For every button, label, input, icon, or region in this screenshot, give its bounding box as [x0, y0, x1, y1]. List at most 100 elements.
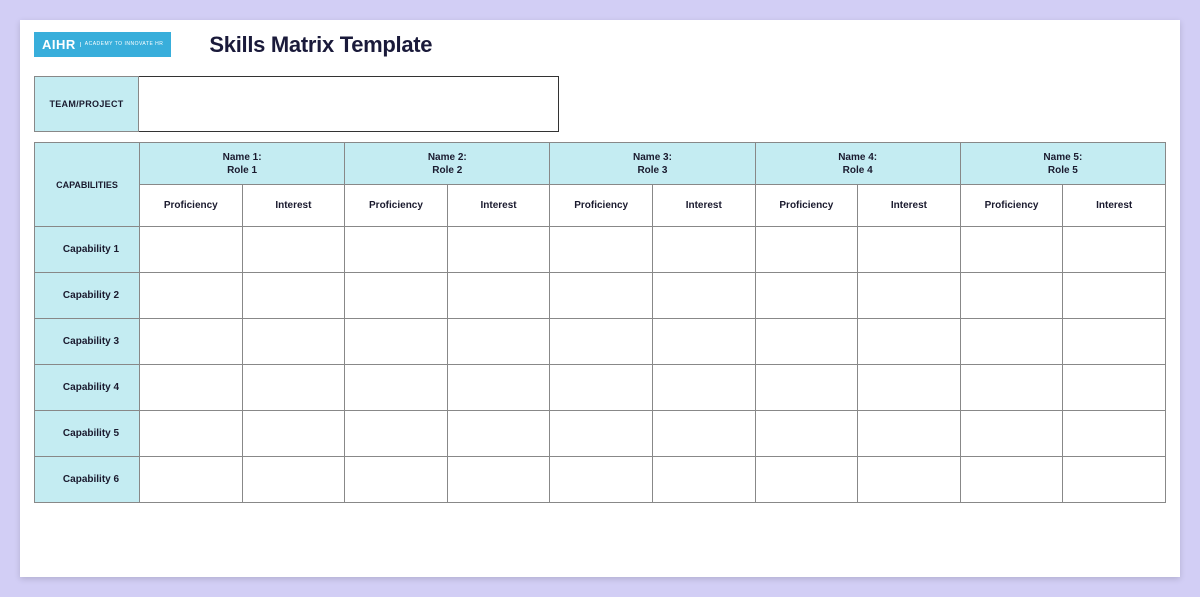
data-cell[interactable] [960, 319, 1063, 365]
data-cell[interactable] [140, 457, 243, 503]
capability-label: Capability 2 [35, 273, 140, 319]
proficiency-header: Proficiency [960, 185, 1063, 227]
data-cell[interactable] [447, 227, 550, 273]
proficiency-header: Proficiency [755, 185, 858, 227]
data-cell[interactable] [140, 365, 243, 411]
data-cell[interactable] [755, 319, 858, 365]
matrix-body: Capability 1 Capability 2 Capability 3 [35, 227, 1166, 503]
person-header-3: Name 3: Role 3 [550, 143, 755, 185]
data-cell[interactable] [755, 227, 858, 273]
page-title: Skills Matrix Template [209, 32, 432, 58]
data-cell[interactable] [652, 273, 755, 319]
logo-main: AIHR [42, 37, 76, 52]
data-cell[interactable] [345, 273, 448, 319]
capability-label: Capability 6 [35, 457, 140, 503]
person-role: Role 5 [1048, 165, 1078, 176]
data-cell[interactable] [960, 227, 1063, 273]
data-cell[interactable] [652, 457, 755, 503]
data-cell[interactable] [858, 273, 961, 319]
data-cell[interactable] [755, 457, 858, 503]
table-row: Capability 6 [35, 457, 1166, 503]
data-cell[interactable] [242, 319, 345, 365]
interest-header: Interest [652, 185, 755, 227]
capabilities-header: CAPABILITIES [35, 143, 140, 227]
proficiency-header: Proficiency [140, 185, 243, 227]
data-cell[interactable] [960, 457, 1063, 503]
data-cell[interactable] [550, 319, 653, 365]
data-cell[interactable] [345, 365, 448, 411]
data-cell[interactable] [652, 227, 755, 273]
data-cell[interactable] [140, 411, 243, 457]
data-cell[interactable] [550, 273, 653, 319]
data-cell[interactable] [242, 365, 345, 411]
team-project-row: TEAM/PROJECT [34, 76, 1166, 132]
interest-header: Interest [858, 185, 961, 227]
logo-sub: ACADEMY TO INNOVATE HR [80, 42, 164, 47]
data-cell[interactable] [858, 411, 961, 457]
data-cell[interactable] [140, 319, 243, 365]
person-name: Name 4: [838, 152, 877, 163]
person-role: Role 3 [637, 165, 667, 176]
data-cell[interactable] [1063, 457, 1166, 503]
person-name: Name 5: [1043, 152, 1082, 163]
data-cell[interactable] [1063, 227, 1166, 273]
capability-label: Capability 4 [35, 365, 140, 411]
capability-label: Capability 1 [35, 227, 140, 273]
data-cell[interactable] [242, 411, 345, 457]
data-cell[interactable] [858, 319, 961, 365]
team-project-label: TEAM/PROJECT [34, 76, 139, 132]
interest-header: Interest [242, 185, 345, 227]
data-cell[interactable] [1063, 365, 1166, 411]
document-page: AIHR ACADEMY TO INNOVATE HR Skills Matri… [20, 20, 1180, 577]
data-cell[interactable] [1063, 411, 1166, 457]
capability-label: Capability 5 [35, 411, 140, 457]
data-cell[interactable] [345, 227, 448, 273]
data-cell[interactable] [960, 365, 1063, 411]
data-cell[interactable] [652, 319, 755, 365]
data-cell[interactable] [447, 273, 550, 319]
data-cell[interactable] [960, 273, 1063, 319]
data-cell[interactable] [447, 319, 550, 365]
team-project-input[interactable] [139, 76, 559, 132]
proficiency-header: Proficiency [550, 185, 653, 227]
header-row-sub: Proficiency Interest Proficiency Interes… [35, 185, 1166, 227]
header: AIHR ACADEMY TO INNOVATE HR Skills Matri… [34, 32, 1166, 58]
data-cell[interactable] [242, 457, 345, 503]
skills-matrix-table: CAPABILITIES Name 1: Role 1 Name 2: Role… [34, 142, 1166, 503]
data-cell[interactable] [960, 411, 1063, 457]
data-cell[interactable] [345, 457, 448, 503]
data-cell[interactable] [755, 411, 858, 457]
data-cell[interactable] [1063, 319, 1166, 365]
person-name: Name 3: [633, 152, 672, 163]
table-row: Capability 2 [35, 273, 1166, 319]
data-cell[interactable] [447, 411, 550, 457]
data-cell[interactable] [652, 365, 755, 411]
data-cell[interactable] [550, 457, 653, 503]
data-cell[interactable] [140, 273, 243, 319]
data-cell[interactable] [755, 365, 858, 411]
data-cell[interactable] [345, 411, 448, 457]
data-cell[interactable] [447, 457, 550, 503]
person-name: Name 1: [223, 152, 262, 163]
data-cell[interactable] [550, 411, 653, 457]
data-cell[interactable] [345, 319, 448, 365]
data-cell[interactable] [652, 411, 755, 457]
data-cell[interactable] [242, 227, 345, 273]
data-cell[interactable] [858, 227, 961, 273]
person-role: Role 2 [432, 165, 462, 176]
person-role: Role 1 [227, 165, 257, 176]
table-row: Capability 1 [35, 227, 1166, 273]
data-cell[interactable] [447, 365, 550, 411]
person-name: Name 2: [428, 152, 467, 163]
person-role: Role 4 [843, 165, 873, 176]
data-cell[interactable] [242, 273, 345, 319]
data-cell[interactable] [755, 273, 858, 319]
person-header-1: Name 1: Role 1 [140, 143, 345, 185]
data-cell[interactable] [550, 227, 653, 273]
logo: AIHR ACADEMY TO INNOVATE HR [34, 32, 171, 57]
data-cell[interactable] [550, 365, 653, 411]
data-cell[interactable] [140, 227, 243, 273]
data-cell[interactable] [1063, 273, 1166, 319]
data-cell[interactable] [858, 457, 961, 503]
data-cell[interactable] [858, 365, 961, 411]
